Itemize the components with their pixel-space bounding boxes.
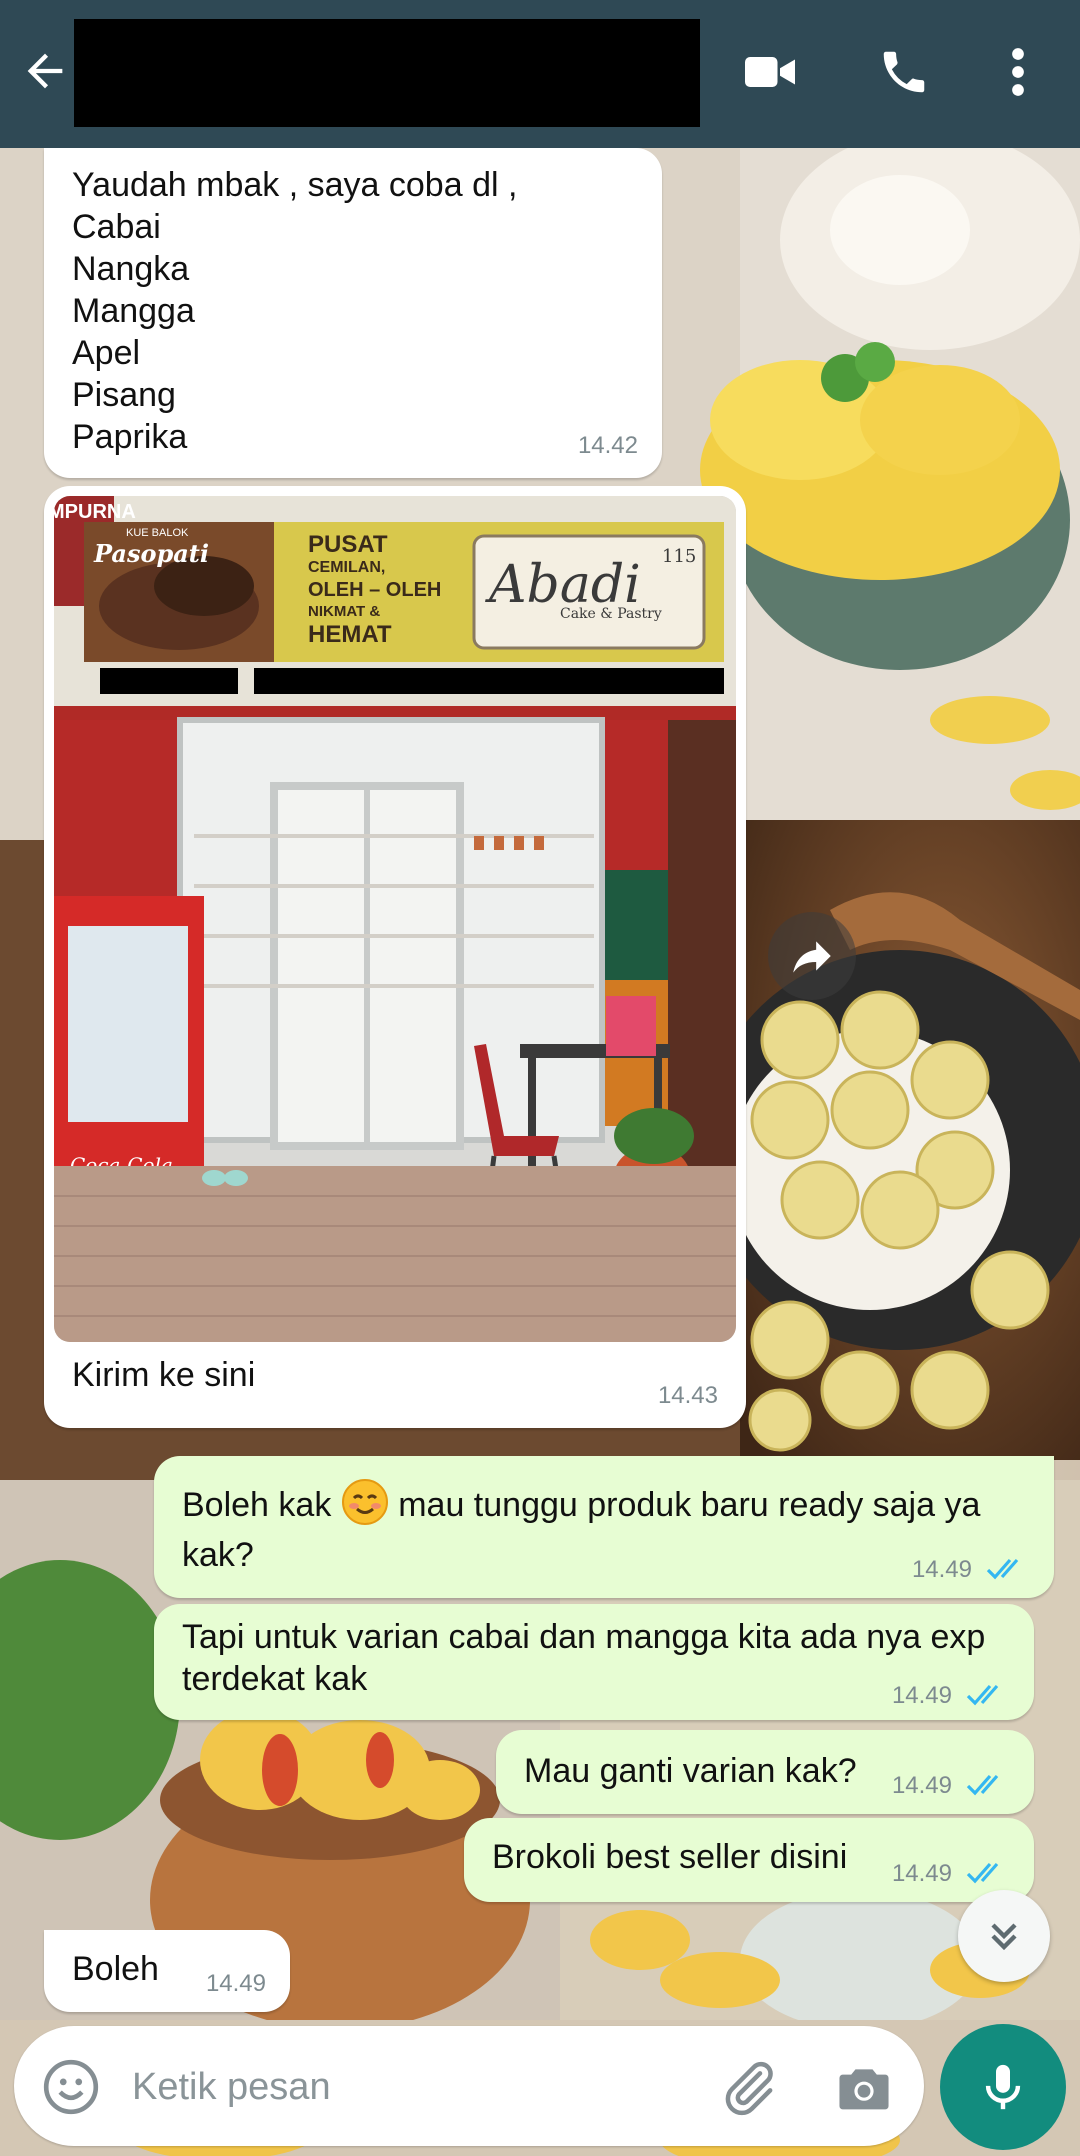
sign-small-text: KUE BALOK xyxy=(126,527,189,539)
message-time: 14.43 xyxy=(657,1382,718,1409)
sign-logo-subtitle: Cake & Pastry xyxy=(560,606,662,622)
message-time: 14.49 xyxy=(891,1772,952,1799)
photo-corner-text: MPURNA xyxy=(54,501,136,523)
message-input[interactable] xyxy=(130,2050,694,2124)
incoming-image-message[interactable]: MPURNA KUE BALOK Pasopati PUSAT CEMILAN,… xyxy=(44,486,746,1428)
chat-header xyxy=(0,0,1080,148)
sign-line: NIKMAT & xyxy=(308,603,380,620)
smiling-face-emoji xyxy=(341,1479,388,1525)
camera-button[interactable] xyxy=(832,2056,896,2120)
voice-message-button[interactable] xyxy=(940,2024,1066,2150)
arrow-left-icon xyxy=(27,53,63,89)
message-text: Brokoli best seller disini xyxy=(492,1838,848,1876)
message-text: Boleh xyxy=(72,1950,159,1988)
message-time: 14.49 xyxy=(891,1682,952,1709)
shop-photo[interactable]: MPURNA KUE BALOK Pasopati PUSAT CEMILAN,… xyxy=(54,496,736,1342)
incoming-message[interactable]: Yaudah mbak , saya coba dl , Cabai Nangk… xyxy=(44,148,662,478)
more-options-button[interactable] xyxy=(990,34,1046,110)
message-time: 14.49 xyxy=(891,1860,952,1887)
message-text-part: Boleh kak xyxy=(182,1486,341,1524)
message-text: Yaudah mbak , saya coba dl , Cabai Nangk… xyxy=(72,166,518,456)
outgoing-message[interactable]: Brokoli best seller disini 14.49 xyxy=(464,1818,1034,1902)
paperclip-icon xyxy=(725,2061,773,2116)
read-receipt-icon xyxy=(966,1862,999,1884)
microphone-icon xyxy=(985,2064,1021,2110)
forward-arrow-icon xyxy=(793,941,831,973)
attach-button[interactable] xyxy=(716,2056,780,2120)
back-button[interactable] xyxy=(8,34,82,108)
message-time: 14.49 xyxy=(911,1556,972,1583)
outgoing-message[interactable]: Tapi untuk varian cabai dan mangga kita … xyxy=(154,1604,1034,1720)
image-caption: Kirim ke sini xyxy=(72,1356,256,1394)
emoji-icon xyxy=(43,2059,99,2115)
scroll-to-bottom-button[interactable] xyxy=(958,1890,1050,1982)
message-time: 14.42 xyxy=(577,432,638,459)
video-camera-icon xyxy=(745,57,795,87)
double-chevron-down-icon xyxy=(991,1923,1017,1951)
message-time: 14.49 xyxy=(205,1970,266,1997)
outgoing-message[interactable]: Mau ganti varian kak? 14.49 xyxy=(496,1730,1034,1814)
message-text: Boleh kak mau tunggu produk baru ready s… xyxy=(182,1478,1032,1580)
sign-line: CEMILAN, xyxy=(308,559,385,576)
incoming-message[interactable]: Boleh 14.49 xyxy=(44,1930,290,2012)
sign-line: HEMAT xyxy=(308,621,392,648)
sign-logo-number: 115 xyxy=(662,546,696,567)
message-composer xyxy=(14,2026,924,2146)
more-vertical-icon xyxy=(1012,48,1024,96)
emoji-button[interactable] xyxy=(40,2056,102,2118)
sign-line: OLEH – OLEH xyxy=(308,579,441,601)
camera-icon xyxy=(839,2069,889,2110)
phone-icon xyxy=(883,51,925,93)
outgoing-message[interactable]: Boleh kak mau tunggu produk baru ready s… xyxy=(154,1456,1054,1598)
message-text: Tapi untuk varian cabai dan mangga kita … xyxy=(182,1618,986,1698)
sign-brand-left: Pasopati xyxy=(93,539,209,568)
contact-name[interactable] xyxy=(74,19,700,127)
voice-call-button[interactable] xyxy=(866,34,942,110)
forward-button[interactable] xyxy=(768,912,856,1000)
read-receipt-icon xyxy=(966,1774,999,1796)
sign-line: PUSAT xyxy=(308,531,388,558)
read-receipt-icon xyxy=(966,1684,999,1706)
video-call-button[interactable] xyxy=(732,34,808,110)
read-receipt-icon xyxy=(986,1558,1019,1580)
message-text: Mau ganti varian kak? xyxy=(524,1752,857,1790)
